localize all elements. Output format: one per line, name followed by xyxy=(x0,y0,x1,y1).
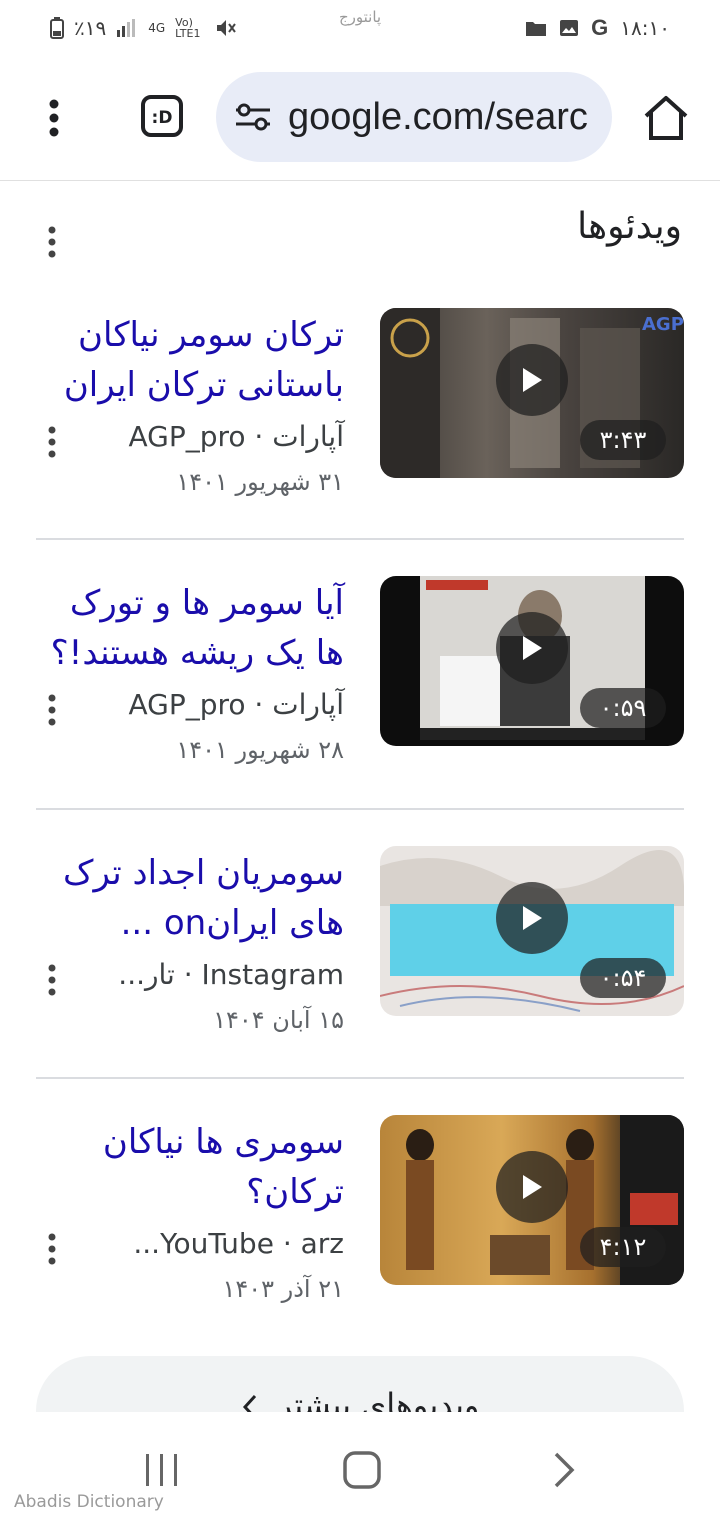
browser-toolbar: :D google.com/search xyxy=(0,66,720,170)
result-divider xyxy=(36,1077,684,1079)
vertical-dots-icon xyxy=(48,1233,56,1265)
section-title: ویدئوها xyxy=(577,206,682,247)
vertical-dots-icon xyxy=(48,426,56,458)
video-title[interactable]: سومری ها نیاکان ترکان؟ xyxy=(44,1117,344,1217)
video-source: آپارات · AGP_pro xyxy=(128,688,344,721)
video-thumbnail[interactable]: ۰:۵۴ xyxy=(380,846,684,1016)
video-title[interactable]: ترکان سومر نیاکان باستانی ترکان ایران xyxy=(44,310,344,410)
overflow-menu-button[interactable] xyxy=(32,92,76,144)
svg-text:AGP: AGP xyxy=(642,314,684,335)
result-divider xyxy=(36,808,684,810)
site-settings-icon[interactable] xyxy=(234,102,272,132)
video-result[interactable]: ۴:۱۲ سومری ها نیاکان ترکان؟ YouTube · ar… xyxy=(36,1115,684,1347)
result-divider xyxy=(36,538,684,540)
video-more-button[interactable] xyxy=(40,694,64,728)
video-source: Instagram · تار... xyxy=(118,958,344,991)
vertical-dots-icon xyxy=(48,694,56,726)
carrier-label: پانتورج xyxy=(338,8,382,26)
tab-smiley-icon: :D xyxy=(141,95,183,137)
play-icon xyxy=(523,906,542,930)
recent-apps-icon xyxy=(146,1454,177,1486)
video-title[interactable]: آیا سومر ها و تورک ها یک ریشه هستند!؟ xyxy=(44,578,344,678)
watermark: Abadis Dictionary xyxy=(14,1492,164,1512)
vertical-dots-icon xyxy=(48,964,56,996)
play-icon xyxy=(523,636,542,660)
video-duration: ۴:۱۲ xyxy=(580,1227,666,1267)
section-more-button[interactable] xyxy=(40,226,64,262)
video-date: ۲۸ شهریور ۱۴۰۱ xyxy=(176,736,344,764)
video-thumbnail[interactable]: ۰:۵۹ xyxy=(380,576,684,746)
play-icon xyxy=(523,1175,542,1199)
play-button[interactable] xyxy=(496,882,568,954)
video-duration: ۰:۵۴ xyxy=(580,958,666,998)
video-date: ۱۵ آبان ۱۴۰۴ xyxy=(213,1006,344,1034)
play-icon xyxy=(523,368,542,392)
chevron-right-icon xyxy=(554,1452,575,1488)
video-date: ۳۱ شهریور ۱۴۰۱ xyxy=(176,468,344,496)
url-text[interactable]: google.com/search xyxy=(288,96,588,139)
play-button[interactable] xyxy=(496,344,568,416)
address-bar[interactable]: google.com/search xyxy=(216,72,612,162)
vertical-dots-icon xyxy=(48,226,56,258)
nav-home-button[interactable] xyxy=(342,1450,382,1490)
status-bar: ٪۱۹ 4G Vo) LTE1 پانتورج G ۱۸:۱۰ xyxy=(0,0,720,56)
svg-text::D: :D xyxy=(152,108,173,128)
video-date: ۲۱ آذر ۱۴۰۳ xyxy=(222,1275,344,1303)
nav-back-button[interactable] xyxy=(552,1450,576,1490)
play-button[interactable] xyxy=(496,1151,568,1223)
tab-switcher-button[interactable]: :D xyxy=(140,94,184,138)
video-more-button[interactable] xyxy=(40,1233,64,1267)
recent-apps-button[interactable] xyxy=(142,1452,182,1488)
video-more-button[interactable] xyxy=(40,426,64,460)
play-button[interactable] xyxy=(496,612,568,684)
video-result[interactable]: ۰:۵۹ آیا سومر ها و تورک ها یک ریشه هستند… xyxy=(36,576,684,808)
home-icon xyxy=(644,96,688,140)
video-source: آپارات · AGP_pro xyxy=(128,420,344,453)
video-result[interactable]: ۰:۵۴ سومریان اجداد ترک های ایرانon ... I… xyxy=(36,846,684,1078)
video-result[interactable]: AGP ۳:۴۳ ترکان سومر نیاکان باستانی ترکان… xyxy=(36,308,684,540)
nav-home-icon xyxy=(343,1451,381,1489)
video-more-button[interactable] xyxy=(40,964,64,998)
home-button[interactable] xyxy=(640,94,692,142)
video-thumbnail[interactable]: ۴:۱۲ xyxy=(380,1115,684,1285)
video-source: YouTube · arz... xyxy=(133,1227,344,1260)
video-thumbnail[interactable]: AGP ۳:۴۳ xyxy=(380,308,684,478)
vertical-dots-icon xyxy=(49,99,59,137)
video-title[interactable]: سومریان اجداد ترک های ایرانon ... xyxy=(44,848,344,948)
video-duration: ۰:۵۹ xyxy=(580,688,666,728)
toolbar-divider xyxy=(0,180,720,181)
video-duration: ۳:۴۳ xyxy=(580,420,666,460)
